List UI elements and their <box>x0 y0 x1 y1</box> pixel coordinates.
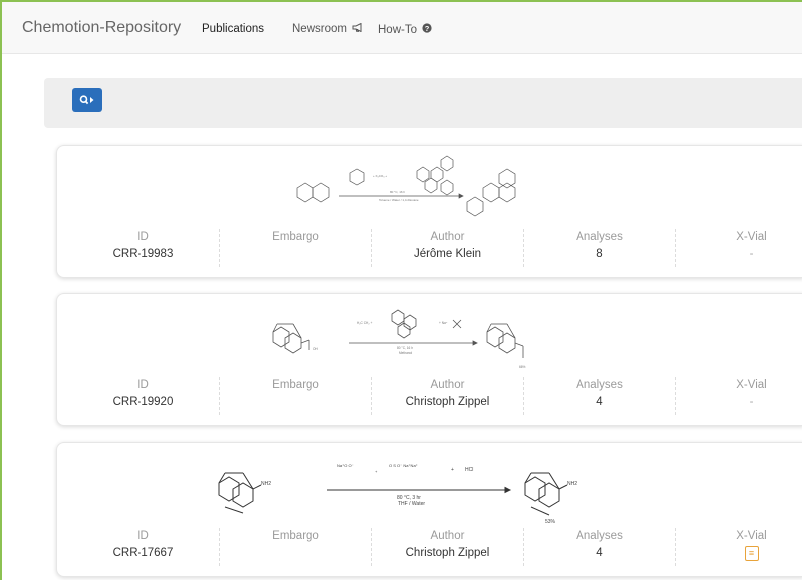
svg-text:Methanol: Methanol <box>399 351 412 355</box>
nav-newsroom-label: Newsroom <box>292 23 347 35</box>
analyses-column: Analyses 4 <box>523 528 675 566</box>
nav-howto-label: How-To <box>378 24 417 36</box>
author-label: Author <box>430 231 465 243</box>
xvial-column: X-Vial - <box>675 377 802 415</box>
author-label: Author <box>430 379 465 391</box>
analyses-value: 4 <box>596 396 603 408</box>
publication-meta: ID CRR-19920 Embargo Author Christoph Zi… <box>57 377 802 415</box>
svg-text:H₂C CH₂ +: H₂C CH₂ + <box>357 321 372 325</box>
author-column: Author Christoph Zippel <box>371 528 523 566</box>
navbar: Chemotion-Repository Publications Newsro… <box>2 2 802 54</box>
analyses-label: Analyses <box>576 231 623 243</box>
yield-label: 53% <box>545 519 556 525</box>
analyses-value: 8 <box>596 248 603 260</box>
search-toggle-button[interactable] <box>72 88 102 112</box>
svg-text:O S O⁻ Na⁺Na⁺: O S O⁻ Na⁺Na⁺ <box>389 463 418 468</box>
xvial-label: X-Vial <box>736 379 767 391</box>
svg-text:?: ? <box>425 24 430 33</box>
id-column: ID CRR-17667 <box>67 528 219 566</box>
analyses-label: Analyses <box>576 530 623 542</box>
author-value[interactable]: Christoph Zippel <box>372 544 523 562</box>
search-icon <box>79 95 94 105</box>
bullhorn-icon <box>352 22 363 35</box>
nav-publications[interactable]: Publications <box>202 23 264 35</box>
app-window: Chemotion-Repository Publications Newsro… <box>0 0 802 580</box>
id-column: ID CRR-19920 <box>67 377 219 415</box>
svg-text:+ K₂CO₃ +: + K₂CO₃ + <box>373 174 387 178</box>
svg-text:+: + <box>451 467 454 473</box>
analyses-label: Analyses <box>576 379 623 391</box>
question-circle-icon: ? <box>422 23 432 36</box>
svg-text:OH: OH <box>313 347 318 351</box>
xvial-label: X-Vial <box>736 530 767 542</box>
brand-link[interactable]: Chemotion-Repository <box>22 19 181 37</box>
embargo-label: Embargo <box>272 530 319 542</box>
svg-text:Na⁺O O⁻: Na⁺O O⁻ <box>337 463 354 468</box>
svg-text:+: + <box>375 469 378 474</box>
embargo-column: Embargo <box>219 377 371 415</box>
vial-icon[interactable]: ≡ <box>744 546 759 561</box>
analyses-value: 4 <box>596 547 603 559</box>
id-value[interactable]: CRR-17667 <box>67 544 219 562</box>
author-value[interactable]: Jérôme Klein <box>372 245 523 263</box>
svg-text:80 °C, 16 h: 80 °C, 16 h <box>390 190 405 194</box>
embargo-column: Embargo <box>219 229 371 267</box>
id-label: ID <box>137 379 149 391</box>
publication-meta: ID CRR-17667 Embargo Author Christoph Zi… <box>57 528 802 566</box>
embargo-column: Embargo <box>219 528 371 566</box>
svg-text:80 °C, 16 h: 80 °C, 16 h <box>397 346 413 350</box>
id-label: ID <box>137 530 149 542</box>
reaction-scheme-image: H₂C CH₂ + + Na⁺ 80 °C, 16 h Methanol OH … <box>272 309 526 369</box>
reaction-scheme-image: 80 °C, 16 h Toluene / Water / 1,4-Dioxan… <box>296 155 516 217</box>
conditions-solvent-label: THF / Water <box>398 501 425 507</box>
svg-text:66%: 66% <box>519 365 526 369</box>
product-amine-label: NH2 <box>567 481 577 487</box>
nav-newsroom[interactable]: Newsroom <box>292 22 363 35</box>
embargo-label: Embargo <box>272 379 319 391</box>
xvial-value: - <box>749 396 754 408</box>
id-value[interactable]: CRR-19983 <box>67 245 219 263</box>
id-label: ID <box>137 231 149 243</box>
svg-text:Toluene / Water / 1,4-Dioxane: Toluene / Water / 1,4-Dioxane <box>379 198 419 202</box>
xvial-label: X-Vial <box>736 231 767 243</box>
xvial-column: X-Vial - <box>675 229 802 267</box>
author-label: Author <box>430 530 465 542</box>
embargo-label: Embargo <box>272 231 319 243</box>
xvial-value: - <box>749 248 754 260</box>
analyses-column: Analyses 8 <box>523 229 675 267</box>
id-column: ID CRR-19983 <box>67 229 219 267</box>
publication-card[interactable]: Na⁺O O⁻ + O S O⁻ Na⁺Na⁺ NH2 NH2 HCl 80 °… <box>56 442 802 577</box>
id-value[interactable]: CRR-19920 <box>67 393 219 411</box>
publication-card[interactable]: H₂C CH₂ + + Na⁺ 80 °C, 16 h Methanol OH … <box>56 293 802 426</box>
search-panel <box>44 78 802 128</box>
author-column: Author Jérôme Klein <box>371 229 523 267</box>
reaction-scheme-image: Na⁺O O⁻ + O S O⁻ Na⁺Na⁺ NH2 NH2 HCl 80 °… <box>218 463 577 525</box>
publication-meta: ID CRR-19983 Embargo Author Jérôme Klein… <box>57 229 802 267</box>
analyses-column: Analyses 4 <box>523 377 675 415</box>
nav-howto[interactable]: How-To ? <box>378 23 432 36</box>
author-value[interactable]: Christoph Zippel <box>372 393 523 411</box>
reactant-amine-label: NH2 <box>261 481 271 487</box>
xvial-value: ≡ <box>676 544 802 562</box>
author-column: Author Christoph Zippel <box>371 377 523 415</box>
xvial-column: X-Vial ≡ <box>675 528 802 566</box>
reagent-hcl-label: HCl <box>465 467 473 473</box>
publication-card[interactable]: 80 °C, 16 h Toluene / Water / 1,4-Dioxan… <box>56 145 802 278</box>
svg-text:+ Na⁺: + Na⁺ <box>439 321 448 325</box>
